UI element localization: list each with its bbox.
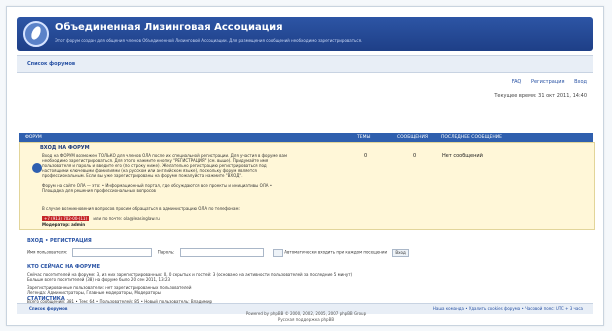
phone-number: +7 (913) 702-00-(11) (42, 216, 90, 221)
stats-line: Всего сообщений: 381 • Тем: 64 • Пользов… (27, 299, 213, 304)
username-label: Имя пользователя: (27, 249, 68, 255)
forum-col-header: ФОРУМ (25, 135, 42, 140)
who-online-title: КТО СЕЙЧАС НА ФОРУМЕ (27, 264, 100, 270)
breadcrumb-bar: Список форумов (17, 55, 593, 73)
forum-moderator[interactable]: Модератор: admin (42, 222, 85, 227)
login-form: Имя пользователя: Пароль: Автоматически … (27, 248, 409, 257)
contact-email[interactable]: или по почте: ola@leasinglaw.ru (93, 216, 159, 221)
password-input[interactable] (179, 248, 264, 257)
last-post-col-header: ПОСЛЕДНЕЕ СООБЩЕНИЕ (441, 135, 502, 140)
forum-title-link[interactable]: ВХОД НА ФОРУМ (40, 145, 90, 151)
auto-login-checkbox[interactable] (273, 248, 283, 257)
password-label: Пароль: (157, 249, 175, 255)
login-link[interactable]: Вход (574, 79, 587, 85)
page-frame: Объединенная Лизинговая Ассоциация Этот … (6, 6, 604, 326)
topics-count: 0 (364, 153, 368, 159)
last-post-text: Нет сообщений (442, 153, 483, 159)
login-section-title[interactable]: ВХОД • РЕГИСТРАЦИЯ (27, 238, 92, 244)
topics-col-header: ТЕМЫ (357, 135, 371, 140)
top-links: FAQ Регистрация Вход (504, 79, 587, 85)
site-subtitle: Этот форум создан для общения членов Объ… (55, 38, 363, 43)
forum-contact-row: +7 (913) 702-00-(11) или по почте: ola@l… (42, 216, 160, 221)
site-title: Объединенная Лизинговая Ассоциация (55, 22, 283, 33)
forum-rules: Форум на сайте ОЛА — это: • Информационн… (42, 183, 273, 193)
posts-col-header: СООБЩЕНИЯ (397, 135, 428, 140)
forum-status-icon (32, 163, 42, 173)
auto-login-label: Автоматически входить при каждом посещен… (284, 249, 388, 255)
powered-by[interactable]: Powered by phpBB © 2000, 2002, 2005, 200… (0, 311, 612, 316)
site-header: Объединенная Лизинговая Ассоциация Этот … (17, 17, 593, 51)
ola-logo-icon (23, 21, 49, 47)
russian-support[interactable]: Русская поддержка phpBB (0, 317, 612, 322)
faq-link[interactable]: FAQ (512, 79, 522, 85)
posts-count: 0 (413, 153, 417, 159)
forum-row: ВХОД НА ФОРУМ Вход на ФОРУМ возможен ТОЛ… (19, 142, 595, 230)
username-input[interactable] (72, 248, 153, 257)
login-submit-button[interactable]: Вход (392, 248, 409, 257)
forum-list-link[interactable]: Список форумов (27, 61, 75, 67)
who-online-line2: Больше всего посетителей (38) на форуме … (27, 277, 171, 282)
current-time: Текущее время: 31 окт 2011, 14:40 (494, 93, 587, 99)
who-online-legend: Легенда: Администраторы, Главные модерат… (27, 290, 161, 295)
register-link[interactable]: Регистрация (531, 79, 565, 85)
forum-table-header: ФОРУМ ТЕМЫ СООБЩЕНИЯ ПОСЛЕДНЕЕ СООБЩЕНИЕ (19, 133, 593, 142)
forum-contact: В случае возникновения вопросов просим о… (42, 206, 240, 211)
forum-description: Вход на ФОРУМ возможен ТОЛЬКО для членов… (42, 153, 287, 178)
